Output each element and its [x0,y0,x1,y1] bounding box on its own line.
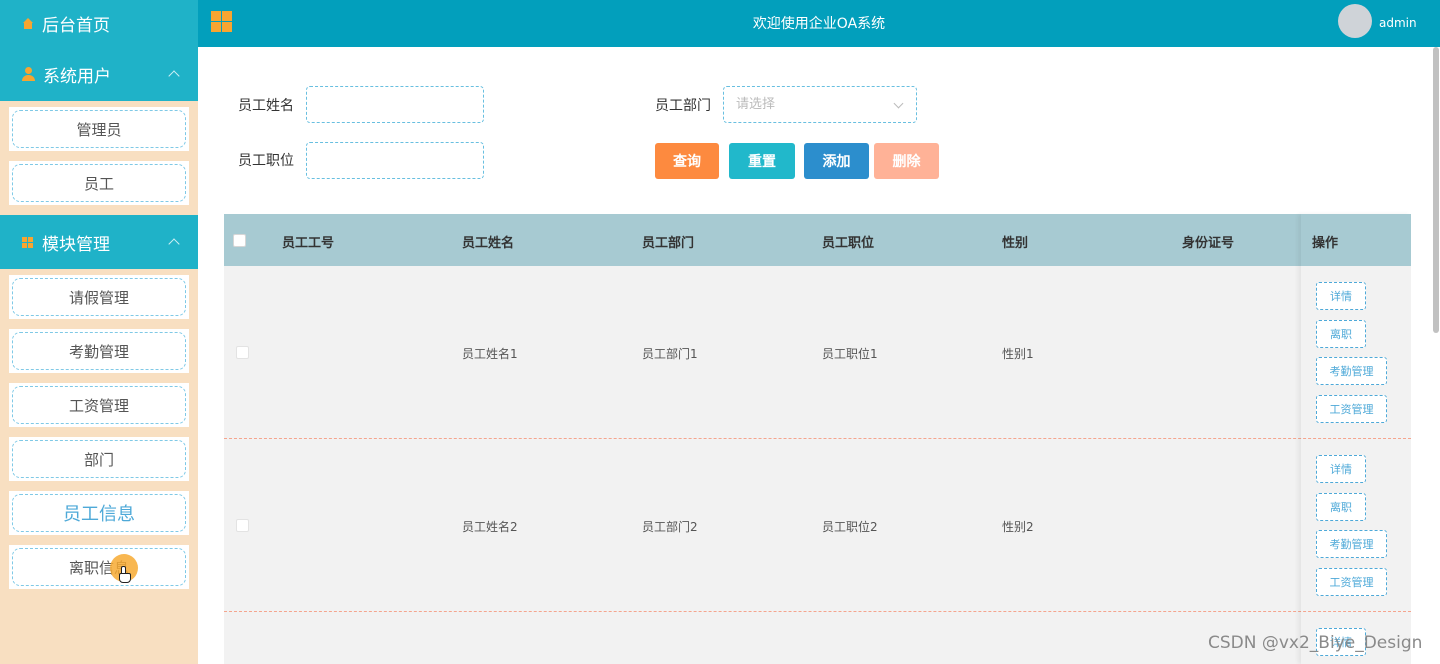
employee-dept-label: 员工部门 [655,98,711,114]
grid-icon [22,236,33,248]
header-actions: 操作 [1312,236,1339,251]
hand-cursor-icon [119,566,131,583]
topbar: 欢迎使用企业OA系统 admin [198,0,1440,47]
user-icon [22,67,35,81]
attendance-button[interactable]: 考勤管理 [1316,357,1387,385]
attendance-button[interactable]: 考勤管理 [1316,530,1387,558]
home-icon [22,17,34,30]
cell-employee-position: 员工职位2 [822,520,878,534]
cell-employee-dept: 员工部门2 [642,520,698,534]
delete-button[interactable]: 删除 [874,143,939,179]
sidebar-item-label: 员工 [12,164,186,202]
header-employee-dept: 员工部门 [642,236,695,251]
main-content: 员工姓名 员工部门 请选择 员工职位 查询 重置 添加 删除 员工工号 员工姓名… [198,47,1440,664]
vertical-scrollbar[interactable] [1433,47,1439,333]
cell-employee-position: 员工职位1 [822,347,878,361]
sidebar-item-label: 管理员 [12,110,186,148]
cell-gender: 性别2 [1002,520,1034,534]
employee-name-label: 员工姓名 [238,98,294,114]
employee-table: 员工工号 员工姓名 员工部门 员工职位 性别 身份证号 操作 员工姓名1 员工部… [224,214,1411,664]
header-employee-position: 员工职位 [822,236,875,251]
table-row: 员工姓名1 员工部门1 员工职位1 性别1 详情 离职 考勤管理 工资管理 [224,266,1411,439]
resign-button[interactable]: 离职 [1316,320,1366,348]
employee-position-label: 员工职位 [238,153,294,169]
sidebar-item-label: 考勤管理 [12,332,186,370]
employee-dept-select[interactable]: 请选择 [723,86,917,123]
sidebar-item-label: 工资管理 [12,386,186,424]
header-id-card: 身份证号 [1182,236,1235,251]
sidebar-item-label: 部门 [12,440,186,478]
sidebar-item-admin[interactable]: 管理员 [9,107,189,151]
sidebar-item-leave[interactable]: 请假管理 [9,275,189,319]
avatar[interactable] [1338,4,1372,38]
query-button[interactable]: 查询 [655,143,719,179]
sidebar-group-label: 系统用户 [43,66,111,87]
sidebar-item-employee[interactable]: 员工 [9,161,189,205]
sidebar-home-label: 后台首页 [42,16,110,36]
sidebar-item-label: 请假管理 [12,278,186,316]
chevron-up-icon [168,238,180,250]
sidebar-item-attendance[interactable]: 考勤管理 [9,329,189,373]
salary-button[interactable]: 工资管理 [1316,568,1387,596]
header-employee-id: 员工工号 [282,236,335,251]
employee-name-input[interactable] [306,86,484,123]
row-checkbox[interactable] [236,346,249,359]
header-gender: 性别 [1002,236,1029,251]
chevron-up-icon [168,70,180,82]
sidebar-item-resignation[interactable]: 离职信息 [9,545,189,589]
sidebar-home[interactable]: 后台首页 [0,0,198,47]
app-title: 欢迎使用企业OA系统 [752,16,886,32]
detail-button[interactable]: 详情 [1316,455,1366,483]
sidebar-list-system-users: 管理员 员工 [0,101,198,205]
cell-gender: 性别1 [1002,347,1034,361]
sidebar-group-modules[interactable]: 模块管理 [0,215,198,269]
table-header: 员工工号 员工姓名 员工部门 员工职位 性别 身份证号 操作 [224,214,1411,266]
sidebar: 后台首页 系统用户 管理员 员工 模块管理 请假管理 考勤管理 工资管理 部门 … [0,0,198,664]
chevron-down-icon [893,98,904,109]
employee-position-input[interactable] [306,142,484,179]
sidebar-group-label: 模块管理 [42,234,110,255]
cell-employee-name: 员工姓名2 [462,520,518,534]
header-employee-name: 员工姓名 [462,236,515,251]
cell-employee-name: 员工姓名1 [462,347,518,361]
table-row: 员工姓名2 员工部门2 员工职位2 性别2 详情 离职 考勤管理 工资管理 [224,439,1411,612]
sidebar-item-label: 员工信息 [12,494,186,532]
cell-employee-dept: 员工部门1 [642,347,698,361]
detail-button[interactable]: 详情 [1316,282,1366,310]
dept-select-placeholder: 请选择 [736,97,776,112]
watermark: CSDN @vx2_Biye_Design [1208,633,1423,653]
username[interactable]: admin [1379,16,1417,30]
row-checkbox[interactable] [236,519,249,532]
sidebar-group-system-users[interactable]: 系统用户 [0,47,198,101]
reset-button[interactable]: 重置 [729,143,795,179]
sidebar-item-department[interactable]: 部门 [9,437,189,481]
sidebar-item-salary[interactable]: 工资管理 [9,383,189,427]
sidebar-list-modules: 请假管理 考勤管理 工资管理 部门 员工信息 离职信息 [0,269,198,589]
add-button[interactable]: 添加 [804,143,869,179]
select-all-checkbox[interactable] [233,234,246,247]
sidebar-item-label: 离职信息 [12,548,186,586]
sidebar-item-employee-info[interactable]: 员工信息 [9,491,189,535]
resign-button[interactable]: 离职 [1316,493,1366,521]
salary-button[interactable]: 工资管理 [1316,395,1387,423]
